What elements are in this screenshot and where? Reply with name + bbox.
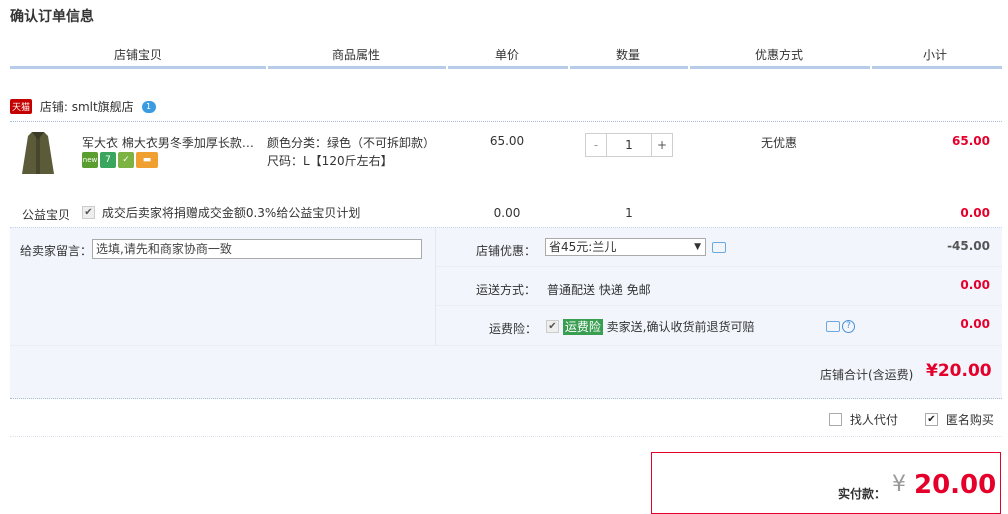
header-shop-item: 店铺宝贝 <box>113 48 162 62</box>
proxy-pay-checkbox[interactable] <box>829 413 842 426</box>
product-color-attr: 颜色分类：绿色（不可拆卸款） <box>267 136 436 150</box>
message-icon[interactable] <box>712 242 726 253</box>
quantity-stepper: - 1 + <box>585 133 673 157</box>
shop-discount-selected: 省45元:兰儿 <box>549 240 617 254</box>
insurance-tag: 运费险 <box>562 319 603 335</box>
guarantee-tag-icon: ✓ <box>118 152 134 168</box>
product-thumbnail[interactable] <box>18 128 58 181</box>
shipping-label: 运送方式： <box>476 283 537 297</box>
coat-image <box>22 132 54 174</box>
divider <box>10 121 1002 122</box>
charity-text: 成交后卖家将捐赠成交金额0.3%给公益宝贝计划 <box>101 206 361 220</box>
header-underline <box>10 66 1002 69</box>
anonymous-checkbox[interactable]: ✔ <box>925 413 938 426</box>
header-separator <box>568 66 570 69</box>
divider <box>10 436 1002 437</box>
charity-qty: 1 <box>625 206 633 220</box>
message-icon[interactable] <box>826 321 840 332</box>
header-attributes: 商品属性 <box>331 48 380 62</box>
proxy-pay-label: 找人代付 <box>849 413 898 427</box>
anonymous-option[interactable]: ✔ 匿名购买 <box>925 411 994 428</box>
shop-name-link[interactable]: 店铺: smlt旗舰店 <box>40 100 134 114</box>
header-separator <box>688 66 690 69</box>
panel-divider <box>435 228 436 346</box>
charity-info: ✔ 成交后卖家将捐赠成交金额0.3%给公益宝贝计划 <box>82 204 360 221</box>
seven-day-tag-icon: 7 <box>100 152 116 168</box>
product-size-attr: 尺码：L【120斤左右】 <box>267 154 393 168</box>
product-name-link[interactable]: 军大衣 棉大衣男冬季加厚长款… <box>82 134 262 151</box>
shop-discount-amount: -45.00 <box>947 239 990 253</box>
insurance-label: 运费险： <box>489 322 538 336</box>
header-separator <box>446 66 448 69</box>
quantity-minus-button[interactable]: - <box>586 134 607 156</box>
shop-row: 天猫 店铺: smlt旗舰店 1 <box>10 98 156 115</box>
proxy-pay-option[interactable]: 找人代付 <box>829 411 898 428</box>
final-payment-label: 实付款： <box>838 487 887 501</box>
currency-symbol: ¥ <box>892 472 906 497</box>
unit-price: 65.00 <box>489 134 525 148</box>
header-quantity: 数量 <box>615 48 640 62</box>
tmall-icon: 天猫 <box>10 99 33 114</box>
charity-price: 0.00 <box>493 206 521 220</box>
message-label: 给卖家留言： <box>20 244 93 258</box>
charity-subtotal: 0.00 <box>960 206 990 220</box>
quantity-plus-button[interactable]: + <box>651 134 672 156</box>
page-title: 确认订单信息 <box>10 9 94 25</box>
shipping-method: 普通配送 快递 免邮 <box>547 283 651 297</box>
header-discount: 优惠方式 <box>754 48 803 62</box>
product-tags: new 7 ✓ ▬ <box>82 152 160 168</box>
panel-row-divider <box>10 345 1002 346</box>
insurance-text: 卖家送,确认收货前退货可赔 <box>606 320 755 334</box>
header-separator <box>870 66 872 69</box>
final-payment-value: 20.00 <box>914 470 997 500</box>
charity-label: 公益宝贝 <box>22 208 71 222</box>
header-subtotal: 小计 <box>922 48 947 62</box>
insurance-info: ✔ 运费险 卖家送,确认收货前退货可赔 <box>546 318 755 335</box>
quantity-input[interactable]: 1 <box>607 134 651 156</box>
dropdown-arrow-icon: ▼ <box>694 242 701 252</box>
shop-total-label: 店铺合计(含运费) <box>820 368 914 382</box>
charity-checkbox: ✔ <box>82 206 95 219</box>
insurance-amount: 0.00 <box>960 317 990 331</box>
shop-discount-label: 店铺优惠： <box>476 244 537 258</box>
new-tag-icon: new <box>82 152 98 168</box>
insurance-checkbox: ✔ <box>546 320 559 333</box>
discount-method: 无优惠 <box>760 136 797 150</box>
chat-icon[interactable]: 1 <box>141 100 156 113</box>
panel-row-divider <box>436 305 1002 306</box>
shop-discount-select[interactable]: 省45元:兰儿 ▼ <box>545 238 706 256</box>
header-unit-price: 单价 <box>494 48 519 62</box>
item-subtotal: 65.00 <box>952 134 990 148</box>
message-input[interactable]: 选填,请先和商家协商一致 <box>92 239 422 259</box>
help-icon[interactable]: ? <box>842 320 855 333</box>
panel-row-divider <box>436 266 1002 267</box>
anonymous-label: 匿名购买 <box>945 413 994 427</box>
header-separator <box>266 66 268 69</box>
shipping-amount: 0.00 <box>960 278 990 292</box>
card-tag-icon: ▬ <box>136 152 158 168</box>
shop-total-value: ¥20.00 <box>926 361 992 381</box>
